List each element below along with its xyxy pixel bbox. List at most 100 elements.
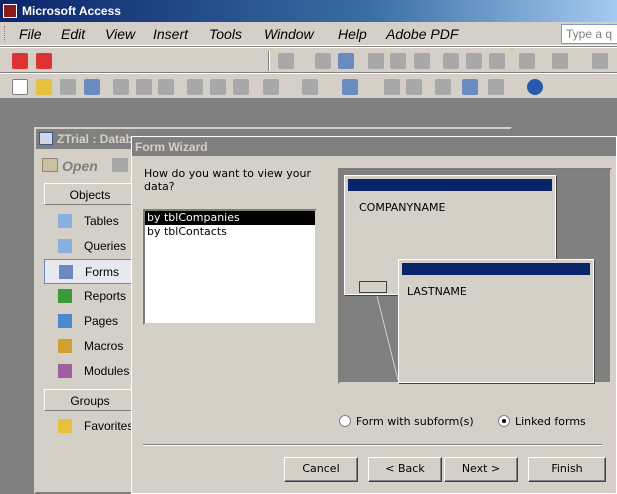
back-button[interactable]: < Back bbox=[368, 457, 442, 482]
wizard-titlebar[interactable]: Form Wizard bbox=[132, 137, 616, 156]
view-option-companies[interactable]: by tblCompanies bbox=[145, 211, 315, 225]
paste-icon[interactable] bbox=[489, 53, 505, 69]
toolbar-separator bbox=[268, 51, 270, 71]
object-label: Modules bbox=[84, 364, 130, 378]
convert-to-pdf-icon[interactable] bbox=[12, 53, 28, 69]
print-icon[interactable] bbox=[368, 53, 384, 69]
app-titlebar: Microsoft Access bbox=[0, 0, 617, 22]
finish-button[interactable]: Finish bbox=[528, 457, 606, 482]
preview-link-button bbox=[359, 281, 387, 293]
print-icon[interactable] bbox=[113, 79, 129, 95]
undo-icon[interactable] bbox=[263, 79, 279, 95]
spelling-icon[interactable] bbox=[414, 53, 430, 69]
properties-icon[interactable] bbox=[435, 79, 451, 95]
menu-tools[interactable]: Tools bbox=[209, 26, 242, 42]
open-object-icon bbox=[42, 158, 58, 172]
view-option-contacts[interactable]: by tblContacts bbox=[145, 225, 315, 239]
save-icon[interactable] bbox=[315, 53, 331, 69]
next-button[interactable]: Next > bbox=[444, 457, 518, 482]
report-icon bbox=[58, 289, 72, 303]
cut-icon[interactable] bbox=[443, 53, 459, 69]
save-icon[interactable] bbox=[60, 79, 76, 95]
radio-indicator-selected[interactable] bbox=[498, 415, 510, 427]
objects-header[interactable]: Objects bbox=[44, 183, 136, 205]
wizard-title: Form Wizard bbox=[135, 140, 208, 154]
object-label: Forms bbox=[85, 265, 119, 279]
menu-window[interactable]: Window bbox=[264, 26, 314, 42]
help-icon[interactable] bbox=[527, 79, 543, 95]
toolbar-database bbox=[0, 73, 617, 99]
code-icon[interactable] bbox=[384, 79, 400, 95]
menubar: File Edit View Insert Tools Window Help … bbox=[0, 22, 617, 46]
objects-bar: Objects Tables Queries Forms Reports Pag… bbox=[44, 183, 136, 491]
radio-label: Linked forms bbox=[515, 415, 586, 428]
cut-icon[interactable] bbox=[187, 79, 203, 95]
view-icon[interactable] bbox=[592, 53, 608, 69]
help-question-input[interactable]: Type a q bbox=[561, 24, 617, 44]
object-macros[interactable]: Macros bbox=[44, 334, 136, 359]
form-icon bbox=[59, 265, 73, 279]
spelling-icon[interactable] bbox=[158, 79, 174, 95]
object-pages[interactable]: Pages bbox=[44, 309, 136, 334]
object-forms[interactable]: Forms bbox=[44, 259, 136, 284]
macro-icon bbox=[58, 339, 72, 353]
menu-help[interactable]: Help bbox=[338, 26, 367, 42]
access-app-icon bbox=[3, 4, 17, 18]
open-icon[interactable] bbox=[36, 79, 52, 95]
menubar-grip[interactable] bbox=[4, 26, 7, 42]
design-view-icon[interactable] bbox=[112, 158, 128, 172]
database-window-title: ZTrial : Datab bbox=[57, 132, 134, 146]
database-icon bbox=[39, 132, 53, 145]
script-icon[interactable] bbox=[406, 79, 422, 95]
convert-and-email-icon[interactable] bbox=[36, 53, 52, 69]
file-search-icon[interactable] bbox=[84, 79, 100, 95]
object-queries[interactable]: Queries bbox=[44, 234, 136, 259]
preview-linked-field: LASTNAME bbox=[407, 285, 467, 298]
paste-icon[interactable] bbox=[233, 79, 249, 95]
view-question: How do you want to view your data? bbox=[144, 167, 312, 193]
form-wizard-dialog: Form Wizard How do you want to view your… bbox=[131, 136, 617, 494]
cancel-button[interactable]: Cancel bbox=[284, 457, 358, 482]
object-label: Queries bbox=[84, 239, 127, 253]
print-preview-icon[interactable] bbox=[136, 79, 152, 95]
copy-icon[interactable] bbox=[210, 79, 226, 95]
module-icon bbox=[58, 364, 72, 378]
groups-header[interactable]: Groups bbox=[44, 389, 136, 411]
group-label: Favorites bbox=[84, 419, 134, 433]
object-modules[interactable]: Modules bbox=[44, 359, 136, 384]
database-toolbar: Open bbox=[40, 155, 140, 177]
new-icon[interactable] bbox=[12, 79, 28, 95]
menu-file[interactable]: File bbox=[19, 26, 42, 42]
radio-label: Form with subform(s) bbox=[356, 415, 474, 428]
new-object-icon[interactable] bbox=[488, 79, 504, 95]
menu-adobe-pdf[interactable]: Adobe PDF bbox=[386, 26, 458, 42]
page-icon bbox=[58, 314, 72, 328]
print-preview-icon[interactable] bbox=[390, 53, 406, 69]
object-label: Pages bbox=[84, 314, 119, 328]
open-button[interactable]: Open bbox=[62, 158, 98, 174]
table-icon bbox=[58, 214, 72, 228]
object-tables[interactable]: Tables bbox=[44, 209, 136, 234]
preview-main-field: COMPANYNAME bbox=[359, 201, 446, 214]
radio-indicator[interactable] bbox=[339, 415, 351, 427]
undo-icon[interactable] bbox=[519, 53, 535, 69]
design-view-icon[interactable] bbox=[278, 53, 294, 69]
copy-icon[interactable] bbox=[466, 53, 482, 69]
object-label: Tables bbox=[84, 214, 119, 228]
menu-view[interactable]: View bbox=[105, 26, 135, 42]
wizard-divider bbox=[143, 444, 602, 446]
view-options-list[interactable]: by tblCompanies by tblContacts bbox=[143, 209, 317, 325]
analyze-icon[interactable] bbox=[342, 79, 358, 95]
object-reports[interactable]: Reports bbox=[44, 284, 136, 309]
file-search-icon[interactable] bbox=[338, 53, 354, 69]
redo-icon[interactable] bbox=[552, 53, 568, 69]
group-favorites[interactable]: Favorites bbox=[44, 414, 136, 439]
object-label: Macros bbox=[84, 339, 124, 353]
relationships-icon[interactable] bbox=[462, 79, 478, 95]
preview-linked-form: LASTNAME bbox=[398, 259, 594, 383]
preview-linked-form-titlebar bbox=[402, 263, 590, 275]
office-links-icon[interactable] bbox=[302, 79, 318, 95]
menu-edit[interactable]: Edit bbox=[61, 26, 85, 42]
menu-insert[interactable]: Insert bbox=[153, 26, 188, 42]
favorites-folder-icon bbox=[58, 419, 72, 433]
